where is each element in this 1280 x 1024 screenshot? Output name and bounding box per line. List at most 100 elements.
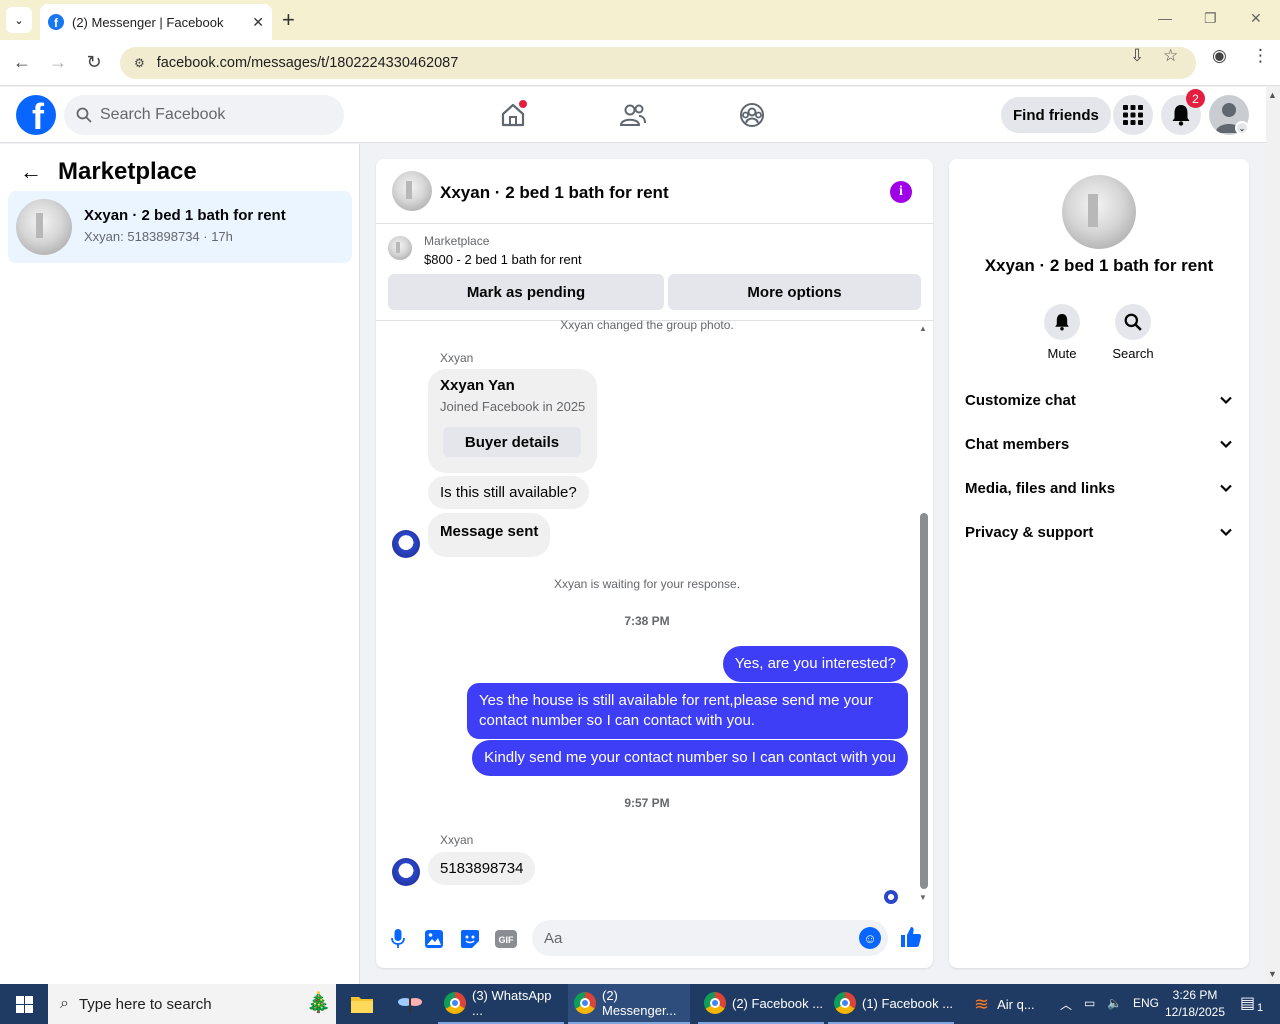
sender-avatar[interactable] xyxy=(392,530,420,558)
incoming-message[interactable]: Is this still available? xyxy=(428,476,589,509)
chat-thumbnail[interactable] xyxy=(392,171,432,211)
restore-icon[interactable]: ❐ xyxy=(1204,10,1217,27)
chat-info-thumbnail[interactable] xyxy=(1062,175,1136,249)
dragonfly-app-icon[interactable] xyxy=(392,988,428,1020)
timestamp: 9:57 PM xyxy=(624,796,670,810)
weather-widget[interactable]: ≋ Air q... xyxy=(968,984,1052,1024)
reload-icon[interactable]: ↻ xyxy=(83,52,105,73)
search-in-chat-button[interactable]: Search xyxy=(1103,304,1163,361)
thread-scroll-up-icon[interactable]: ▲ xyxy=(919,324,927,333)
facebook-logo-icon[interactable]: f xyxy=(16,95,56,135)
groups-nav-icon[interactable] xyxy=(736,99,768,131)
search-icon xyxy=(1115,304,1151,340)
customize-chat-section[interactable]: Customize chat xyxy=(965,388,1233,412)
language-indicator[interactable]: ENG xyxy=(1133,996,1159,1010)
microphone-icon[interactable] xyxy=(386,927,410,951)
install-app-icon[interactable]: ⇩ xyxy=(1130,46,1144,66)
thread-scrollbar[interactable]: ▲ ▼ xyxy=(918,321,930,902)
chrome-icon xyxy=(834,992,856,1014)
site-settings-icon[interactable]: ⚙ xyxy=(134,56,145,70)
notifications-bell-icon[interactable]: 2 xyxy=(1161,89,1205,135)
sticker-icon[interactable] xyxy=(458,927,482,951)
tab-title: (2) Messenger | Facebook xyxy=(72,14,224,30)
friends-nav-icon[interactable] xyxy=(617,99,649,131)
thread-scroll-down-icon[interactable]: ▼ xyxy=(919,893,927,902)
weather-label: Air q... xyxy=(997,996,1035,1012)
volume-icon[interactable]: 🔈 xyxy=(1107,996,1122,1010)
incoming-message[interactable]: 5183898734 xyxy=(428,852,536,885)
privacy-support-section[interactable]: Privacy & support xyxy=(965,520,1233,544)
taskbar-app-facebook-2[interactable]: (1) Facebook ... xyxy=(828,984,954,1024)
menu-grid-icon[interactable] xyxy=(1113,95,1153,135)
file-explorer-icon[interactable] xyxy=(344,988,380,1020)
outgoing-message[interactable]: Yes, are you interested? xyxy=(722,646,908,682)
outgoing-message[interactable]: Yes the house is still available for ren… xyxy=(467,683,908,739)
chrome-menu-icon[interactable]: ⋮ xyxy=(1252,46,1269,66)
tab-search-chevron-icon[interactable]: ⌄ xyxy=(6,7,32,33)
chat-header: Xxyan · 2 bed 1 bath for rent i xyxy=(376,159,933,224)
bookmark-star-icon[interactable]: ☆ xyxy=(1163,46,1178,66)
tray-chevron-up-icon[interactable]: ︿ xyxy=(1060,996,1072,1013)
listing-small-thumbnail[interactable] xyxy=(388,236,412,260)
gif-icon[interactable]: GIF xyxy=(494,927,518,951)
home-nav-icon[interactable] xyxy=(497,99,529,131)
action-center-icon[interactable]: ▤ xyxy=(1240,993,1255,1013)
taskbar-app-whatsapp[interactable]: (3) WhatsApp ... xyxy=(438,984,564,1024)
back-arrow-icon[interactable]: ← xyxy=(20,159,42,185)
clock-date: 12/18/2025 xyxy=(1164,1005,1226,1019)
chevron-down-icon xyxy=(1220,440,1232,449)
taskbar-app-label: (1) Facebook ... xyxy=(862,995,954,1011)
more-options-button[interactable]: More options xyxy=(668,274,921,310)
network-icon[interactable]: ▭ xyxy=(1084,996,1095,1010)
taskbar-app-label: (2) Facebook ... xyxy=(732,995,824,1011)
message-composer: GIF ☺ xyxy=(376,917,933,961)
chat-members-section[interactable]: Chat members xyxy=(965,432,1233,456)
tab-close-icon[interactable]: ✕ xyxy=(252,14,264,31)
conversation-item[interactable]: Xxyan · 2 bed 1 bath for rent Xxyan: 518… xyxy=(8,191,352,263)
message-input[interactable] xyxy=(532,920,888,956)
media-files-links-section[interactable]: Media, files and links xyxy=(965,476,1233,500)
taskbar-app-messenger[interactable]: (2) Messenger... xyxy=(568,984,690,1024)
chevron-down-icon xyxy=(1220,484,1232,493)
new-tab-icon[interactable]: + xyxy=(282,8,295,32)
minimize-icon[interactable]: — xyxy=(1158,10,1172,26)
mute-button[interactable]: Mute xyxy=(1032,304,1092,361)
page-scrollbar[interactable]: ▲ ▼ xyxy=(1266,87,1280,984)
close-window-icon[interactable]: ✕ xyxy=(1250,10,1262,27)
taskbar-clock[interactable]: 3:26 PM 12/18/2025 xyxy=(1160,987,1230,1021)
chevron-down-icon xyxy=(1220,528,1232,537)
url-bar[interactable]: ⚙ facebook.com/messages/t/18022243304620… xyxy=(120,47,1196,79)
action-center-count: 1 xyxy=(1257,1002,1264,1014)
chrome-profile-icon[interactable]: ◉ xyxy=(1212,46,1227,66)
browser-tab-messenger[interactable]: f (2) Messenger | Facebook ✕ xyxy=(40,4,272,40)
emoji-icon[interactable]: ☺ xyxy=(859,927,881,949)
photo-gallery-icon[interactable] xyxy=(422,927,446,951)
scroll-up-arrow-icon[interactable]: ▲ xyxy=(1268,90,1277,100)
scroll-down-arrow-icon[interactable]: ▼ xyxy=(1268,969,1277,979)
buyer-joined: Joined Facebook in 2025 xyxy=(440,399,586,414)
back-icon[interactable]: ← xyxy=(11,52,33,73)
facebook-favicon-icon: f xyxy=(48,14,64,30)
buyer-details-button[interactable]: Buyer details xyxy=(443,427,581,457)
sender-avatar[interactable] xyxy=(392,858,420,886)
facebook-search-input[interactable]: Search Facebook xyxy=(64,95,344,135)
windows-start-icon[interactable] xyxy=(0,984,48,1024)
thread-scroll-thumb[interactable] xyxy=(920,513,928,889)
taskbar-app-label: (2) Messenger... xyxy=(602,988,677,1018)
outgoing-message[interactable]: Kindly send me your contact number so I … xyxy=(472,740,908,776)
mark-as-pending-button[interactable]: Mark as pending xyxy=(388,274,664,310)
sender-name: Xxyan xyxy=(440,833,474,847)
chat-title[interactable]: Xxyan · 2 bed 1 bath for rent xyxy=(440,183,669,203)
taskbar-search-box[interactable]: ⌕ Type here to search 🎄 xyxy=(48,984,336,1024)
chat-panel: Xxyan · 2 bed 1 bath for rent i Marketpl… xyxy=(376,159,933,968)
chrome-icon xyxy=(444,992,466,1014)
listing-price-title[interactable]: $800 - 2 bed 1 bath for rent xyxy=(424,252,582,267)
taskbar-app-facebook[interactable]: (2) Facebook ... xyxy=(698,984,824,1024)
like-thumbs-up-icon[interactable] xyxy=(899,925,923,949)
info-icon[interactable]: i xyxy=(890,181,912,203)
incoming-message[interactable]: Message sent xyxy=(428,513,551,557)
account-chevron-down-icon[interactable]: ⌄ xyxy=(1235,121,1249,135)
forward-icon[interactable]: → xyxy=(47,52,69,73)
buyer-profile-card: Xxyan Yan Joined Facebook in 2025 Buyer … xyxy=(428,369,597,473)
find-friends-button[interactable]: Find friends xyxy=(1001,97,1111,133)
